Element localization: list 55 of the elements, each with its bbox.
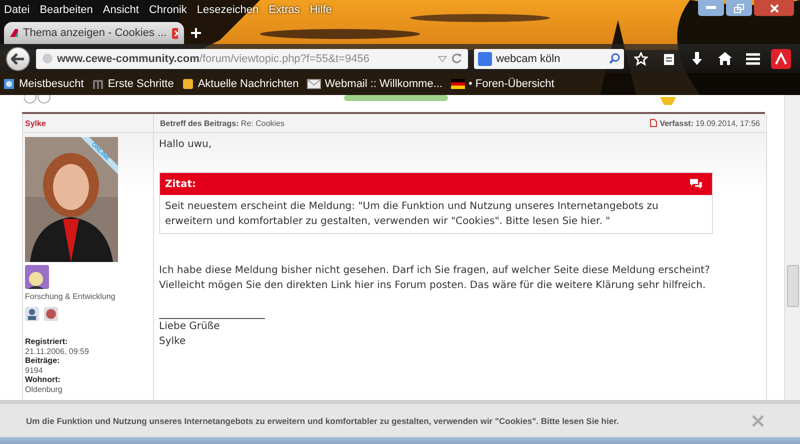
close-button[interactable] <box>754 0 794 16</box>
quote-title: Zitat: <box>165 178 196 192</box>
menu-item[interactable]: Datei <box>4 4 30 16</box>
rank-title: Forschung & Entwicklung <box>25 292 116 301</box>
menu-item[interactable]: Bearbeiten <box>40 4 93 16</box>
new-tab-icon[interactable] <box>190 27 202 39</box>
search-engine-icon <box>478 52 492 66</box>
post-subject: Betreff des Beitrags: Re: Cookies <box>159 118 286 128</box>
bookmark-link[interactable]: Aktuelle Nachrichten <box>182 78 299 90</box>
mail-icon <box>306 79 321 89</box>
menu-item[interactable]: Chronik <box>148 4 187 16</box>
bookmark-link[interactable]: Webmail :: Willkomme... <box>306 78 442 90</box>
profile-value: 9194 <box>25 366 44 375</box>
back-button[interactable] <box>6 46 30 70</box>
close-tab-icon[interactable] <box>172 28 178 38</box>
rank-icon <box>25 265 49 289</box>
site-icon <box>10 29 18 37</box>
post-date: Verfasst: 19.09.2014, 17:56 <box>660 118 761 128</box>
back-arrow-icon <box>11 52 25 64</box>
menu-item[interactable]: Ansicht <box>102 4 139 16</box>
profile-value: Oldenburg <box>25 384 64 394</box>
flag-icon <box>450 79 464 89</box>
post-paragraph: Ich habe diese Meldung bisher nicht gesehen. Darf ich Sie fragen, auf welcher Seite diese Meldung erscheint? Vielleicht mögen Sie den direkten Link hier ins Forum posten. Das wäre für die weitere Klärung sehr hilfreich. <box>159 264 711 293</box>
bookmark-link[interactable]: Meistbesucht <box>3 78 84 90</box>
speech-bubbles-icon <box>690 179 702 189</box>
scrollbar[interactable] <box>784 95 800 400</box>
profile-value: 21.11.2006, 09:59 <box>25 346 90 356</box>
author-name: Sylke <box>25 118 46 128</box>
bookmark-folder-icon <box>3 78 15 90</box>
profile-icon[interactable] <box>25 307 39 321</box>
bookmark-logo-icon <box>92 78 104 90</box>
url-text: www.cewe-community.com/forum/viewtopic.php?f=55&t=9456 <box>57 52 370 64</box>
search-field[interactable]: webcam köln <box>474 48 624 68</box>
website-icon[interactable] <box>44 307 58 321</box>
reload-icon[interactable] <box>451 53 462 64</box>
profile-label: Wohnort: <box>25 375 62 384</box>
profile-label: Registriert: <box>25 337 69 346</box>
close-icon <box>770 4 778 12</box>
minimize-icon <box>706 6 716 10</box>
restore-icon <box>734 4 744 12</box>
browser-tab[interactable]: Thema anzeigen - Cookies ... <box>4 22 184 44</box>
signature-text: Sylke <box>159 335 187 349</box>
bookmark-link[interactable]: • Foren-Übersicht <box>450 78 554 90</box>
profile-label: Beiträge: <box>25 356 61 366</box>
antivirus-icon[interactable] <box>770 48 792 70</box>
quote-text: Seit neuestem erscheint die Meldung: "Um die Funktion und Nutzung unseres Internetangebots zu erweitern und komfortabler zu gestalten, verwenden wir "Cookies". Bitte lesen Sie hier. " <box>164 200 660 229</box>
document-icon <box>650 119 657 127</box>
signature-text: Liebe Grüße <box>159 320 221 334</box>
globe-icon <box>42 53 53 64</box>
bookmark-link[interactable]: Erste Schritte <box>92 78 174 90</box>
cookie-notice-text: Um die Funktion und Nutzung unseres Internetangebots zu erweitern und komfortabler zu gestalten, verwenden wir "Cookies". Bitte lesen Sie hier. <box>26 416 620 426</box>
search-text: webcam köln <box>496 52 562 64</box>
greeting-text: Hallo uwu, <box>159 138 213 152</box>
search-icon <box>609 53 620 64</box>
address-bar[interactable]: www.cewe-community.com/forum/viewtopic.php?f=55&t=9456 <box>36 48 468 68</box>
